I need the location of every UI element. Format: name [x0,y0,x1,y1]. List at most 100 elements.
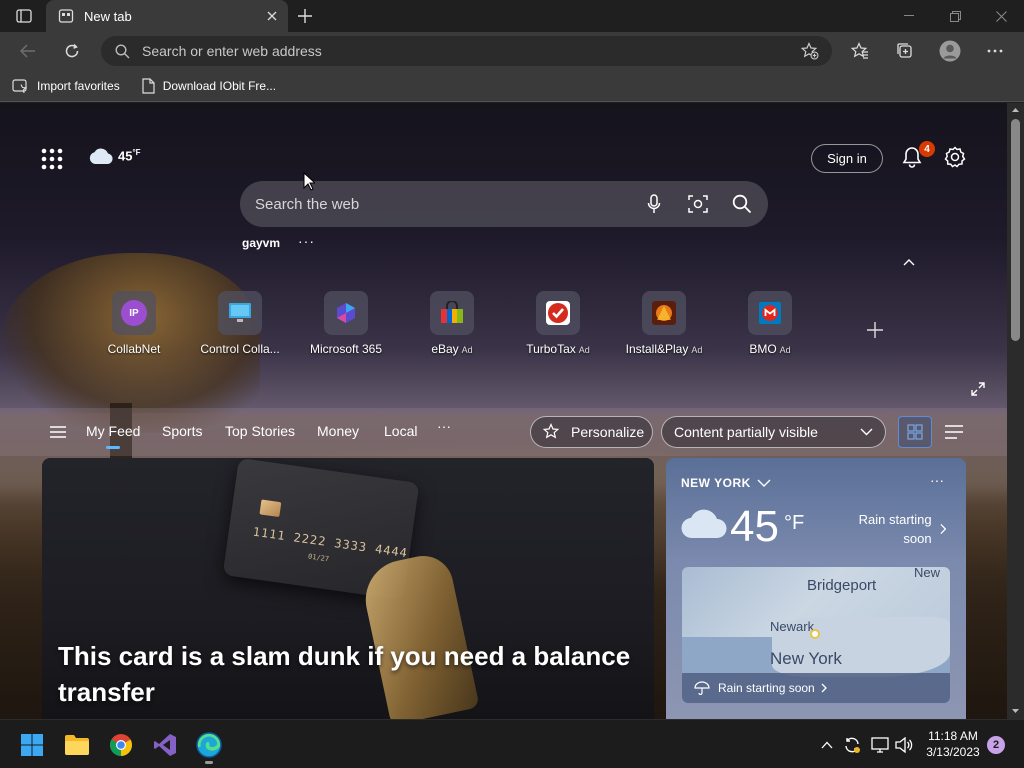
weather-location-selector[interactable]: NEW YORK [681,476,771,490]
weather-more-button[interactable]: ··· [930,472,944,488]
map-rain-footer[interactable]: Rain starting soon [682,673,950,703]
collections-icon [897,43,912,58]
chevron-up-icon [821,741,833,749]
tray-volume-button[interactable] [894,735,914,755]
feed-more-button[interactable]: ··· [437,418,451,434]
microphone-icon [647,194,661,213]
minimize-button[interactable] [894,4,924,28]
user-more-button[interactable]: ··· [298,233,315,249]
folder-icon [65,735,89,755]
personalize-button[interactable]: Personalize [530,416,653,448]
expand-feed-button[interactable] [968,379,988,399]
scroll-down-arrow-icon[interactable] [1011,706,1020,715]
quick-link-label: BMO Ad [749,342,791,356]
taskbar-visual-studio[interactable] [148,728,182,762]
favorite-download-iobit[interactable]: Download IObit Fre... [142,77,276,94]
search-submit-button[interactable] [724,186,760,222]
favorites-bar: Import favorites Download IObit Fre... [0,70,1024,102]
favorite-import-favorites[interactable]: Import favorites [12,78,120,93]
location-pin-icon [810,629,820,639]
ebay-bag-icon [430,291,474,335]
visual-search-button[interactable] [680,186,716,222]
restore-button[interactable] [940,4,970,28]
new-tab-button[interactable] [292,4,318,28]
quick-link-collabnet[interactable]: IP CollabNet [86,291,182,356]
settings-more-button[interactable] [980,37,1010,65]
hero-article-title[interactable]: This card is a slam dunk if you need a b… [58,638,648,710]
quick-link-control-collab[interactable]: Control Colla... [192,291,288,356]
content-visibility-label: Content partially visible [674,424,818,440]
hero-article-card[interactable]: 1111 2222 3333 4444 01/27 This card is a… [42,458,654,719]
tab-actions-button[interactable] [12,6,36,26]
gear-icon [944,146,966,168]
collapse-quick-links-button[interactable] [898,251,920,273]
quick-link-turbotax[interactable]: TurboTax Ad [510,291,606,356]
personalize-sparkle-icon [543,423,561,441]
monitor-icon [218,291,262,335]
collections-button[interactable] [890,37,920,65]
voice-search-button[interactable] [636,186,672,222]
quick-link-label: Microsoft 365 [309,342,383,356]
quick-link-label: Control Colla... [200,342,280,356]
start-button[interactable] [15,728,49,762]
weather-mini-widget[interactable]: 45°F [88,147,141,165]
feed-tab-top-stories[interactable]: Top Stories [225,423,295,439]
visual-studio-icon [154,734,176,756]
close-window-button[interactable] [986,4,1016,28]
quick-link-install-play[interactable]: Install&Play Ad [616,291,712,356]
feed-tab-money[interactable]: Money [317,423,359,439]
back-arrow-icon [20,44,35,58]
weather-radar-map[interactable]: Bridgeport New Newark New York Rain star… [682,567,950,703]
card-expiry: 01/27 [307,552,330,564]
app-launcher-button[interactable] [38,145,66,173]
tab-close-button[interactable] [260,4,284,28]
star-add-icon [801,42,819,60]
web-search-placeholder: Search the web [255,195,360,213]
feed-tab-sports[interactable]: Sports [162,423,202,439]
feed-tab-local[interactable]: Local [384,423,417,439]
tab-new-tab[interactable]: New tab [46,0,288,32]
quick-link-ebay[interactable]: eBay Ad [404,291,500,356]
page-scrollbar[interactable] [1007,103,1024,719]
refresh-button[interactable] [57,37,87,65]
web-search-box[interactable]: Search the web [240,181,768,227]
grid-view-button[interactable] [898,416,932,448]
scrollbar-thumb[interactable] [1011,119,1020,341]
map-label-new: New [914,567,941,580]
scroll-up-arrow-icon[interactable] [1011,106,1020,115]
weather-card[interactable]: NEW YORK ··· 45 °F Rain starting soon Br… [666,458,966,719]
content-visibility-dropdown[interactable]: Content partially visible [661,416,886,448]
favorites-button[interactable] [845,37,875,65]
notification-center-badge[interactable]: 2 [987,736,1005,754]
taskbar-chrome[interactable] [104,728,138,762]
notification-count-badge: 4 [919,141,935,157]
quick-link-microsoft-365[interactable]: Microsoft 365 [298,291,394,356]
taskbar-edge[interactable] [192,728,226,764]
weather-forecast-link[interactable]: Rain starting soon [836,510,946,548]
chevron-right-icon [940,523,946,535]
profile-button[interactable] [935,37,965,65]
sign-in-button[interactable]: Sign in [811,144,883,173]
chevron-up-icon [903,258,915,265]
add-favorite-button[interactable] [796,37,824,65]
back-button[interactable] [13,37,43,65]
add-quick-link-button[interactable] [864,319,886,341]
map-label-bridgeport: Bridgeport [807,577,877,594]
feed-navigation: My Feed Sports Top Stories Money Local ·… [0,408,1007,456]
taskbar-file-explorer[interactable] [60,728,94,762]
card-chip [259,499,282,518]
feed-menu-button[interactable] [48,422,68,442]
feed-tab-my-feed[interactable]: My Feed [86,423,140,449]
list-view-button[interactable] [940,416,968,448]
system-clock[interactable]: 11:18 AM 3/13/2023 [918,728,988,760]
tray-network-button[interactable] [870,735,890,755]
map-label-newark: Newark [770,619,815,634]
address-bar[interactable]: Search or enter web address [101,36,832,66]
quick-link-bmo[interactable]: BMO Ad [722,291,818,356]
new-tab-page: 45°F Sign in 4 Search the web gayvm ··· … [0,103,1007,719]
page-settings-button[interactable] [942,144,968,170]
tray-overflow-button[interactable] [817,735,837,755]
grid-view-icon [907,424,923,440]
profile-avatar-icon [939,40,961,62]
tray-update-icon-button[interactable] [842,735,862,755]
